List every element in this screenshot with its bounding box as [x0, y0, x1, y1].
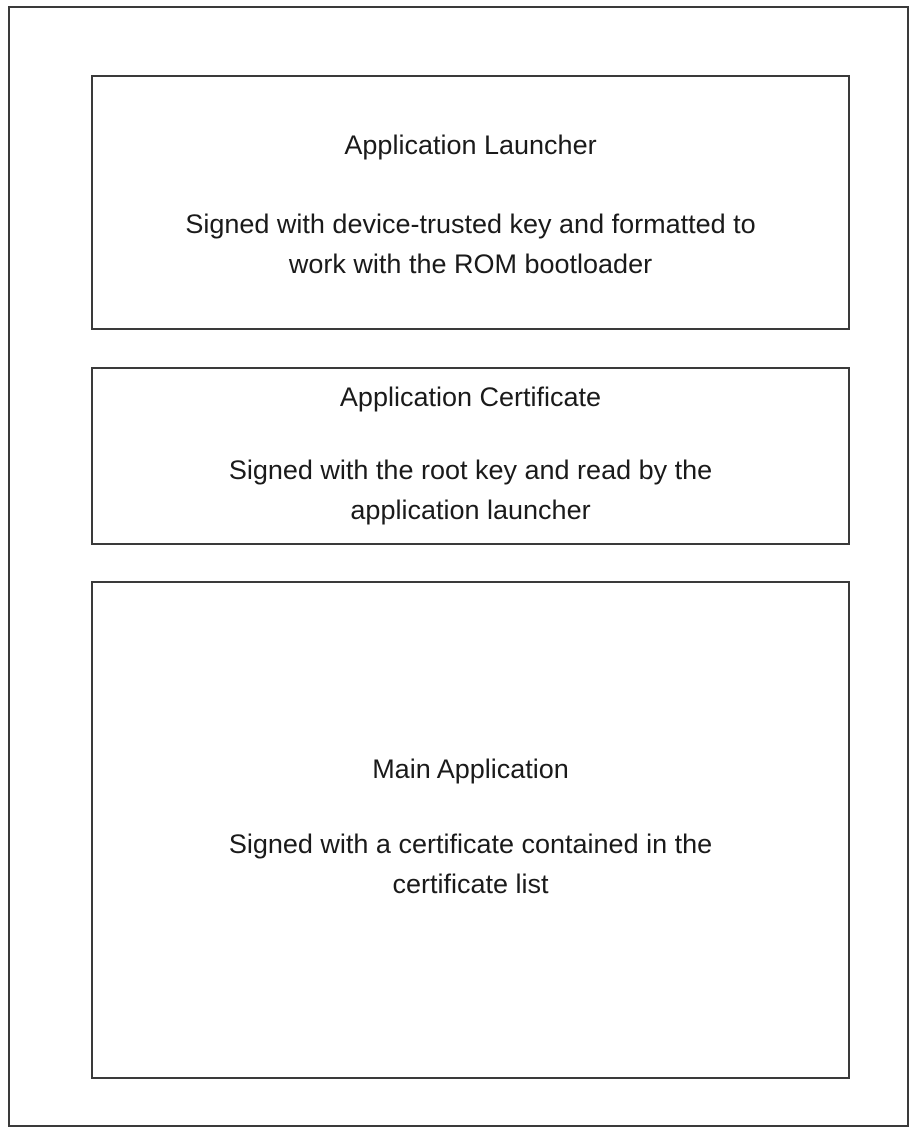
main-application-description: Signed with a certificate contained in t…	[228, 829, 713, 899]
application-certificate-description: Signed with the root key and read by the…	[228, 455, 713, 525]
application-launcher-block: Application Launcher Signed with device-…	[91, 75, 850, 330]
application-certificate-title: Application Certificate	[339, 382, 602, 412]
application-launcher-description: Signed with device-trusted key and forma…	[185, 209, 756, 279]
application-certificate-block: Application Certificate Signed with the …	[91, 367, 850, 545]
main-application-block: Main Application Signed with a certifica…	[91, 581, 850, 1079]
application-launcher-title: Application Launcher	[344, 130, 597, 160]
firmware-image-container: Application Launcher Signed with device-…	[8, 6, 909, 1127]
main-application-title: Main Application	[372, 754, 569, 784]
